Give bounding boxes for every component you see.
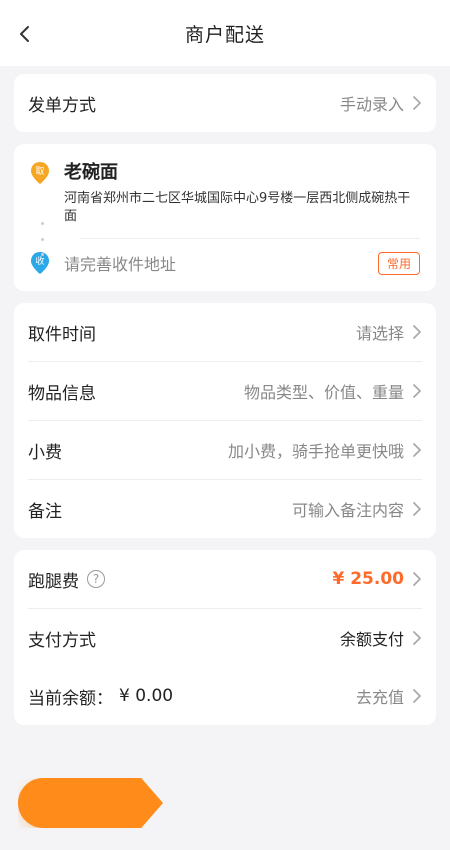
submit-order-button[interactable] (18, 778, 163, 828)
divider (80, 238, 420, 239)
remark-label: 备注 (28, 501, 62, 522)
payment-method-label: 支付方式 (28, 630, 96, 651)
fee-left: 跑腿费 ? (28, 567, 105, 592)
pickup-time-right: 请选择 (356, 320, 422, 344)
item-info-value: 物品类型、价值、重量 (243, 383, 404, 402)
balance-left: 当前余额： ¥ 0.00 (28, 684, 173, 709)
tip-label: 小费 (28, 442, 62, 463)
order-mode-label: 发单方式 (28, 95, 96, 116)
top-bar: 商户配送 (0, 0, 450, 66)
fee-amount: ¥ 25.00 (332, 569, 404, 589)
pickup-time-label: 取件时间 (28, 324, 96, 345)
fee-right: ¥ 25.00 (332, 569, 422, 589)
chevron-right-icon (413, 631, 421, 645)
order-mode-right: 手动录入 (340, 91, 422, 115)
balance-label: 当前余额： (28, 688, 113, 709)
payment-method-row[interactable]: 支付方式 余额支付 (14, 609, 436, 667)
chevron-right-icon (413, 325, 421, 339)
remark-row[interactable]: 备注 可输入备注内容 (14, 480, 436, 538)
help-icon[interactable]: ? (87, 570, 105, 588)
fee-label: 跑腿费 (28, 571, 79, 592)
page-title: 商户配送 (184, 23, 265, 46)
pickup-time-row[interactable]: 取件时间 请选择 (14, 303, 436, 361)
remark-value: 可输入备注内容 (291, 501, 404, 520)
item-info-right: 物品类型、价值、重量 (244, 379, 422, 403)
fee-row[interactable]: 跑腿费 ? ¥ 25.00 (14, 550, 436, 608)
chevron-right-icon (413, 443, 421, 457)
pickup-pin-icon: 取 (31, 162, 49, 184)
pickup-name: 老碗面 (64, 162, 118, 183)
pickup-address[interactable]: 取 老碗面 河南省郑州市二七区华城国际中心9号楼一层西北侧成碗热干面 (30, 158, 420, 226)
chevron-right-icon (413, 502, 421, 516)
chevron-right-icon (413, 384, 421, 398)
receiver-address[interactable]: 收 请完善收件地址 常用 (30, 251, 420, 275)
address-card: 取 老碗面 河南省郑州市二七区华城国际中心9号楼一层西北侧成碗热干面 收 请完善… (14, 144, 436, 291)
recharge-label: 去充值 (355, 688, 404, 707)
receiver-left: 收 请完善收件地址 (30, 251, 176, 275)
chevron-right-icon (413, 572, 421, 586)
tip-right: 加小费，骑手抢单更快哦 (228, 438, 422, 462)
route-dots (40, 222, 44, 256)
order-mode-value: 手动录入 (339, 95, 404, 114)
item-info-label: 物品信息 (28, 383, 96, 404)
payment-method-value: 余额支付 (339, 630, 404, 649)
balance-row[interactable]: 当前余额： ¥ 0.00 去充值 (14, 667, 436, 725)
order-mode-card: 发单方式 手动录入 (14, 74, 436, 132)
chevron-left-icon (20, 26, 29, 42)
chevron-right-icon (413, 96, 421, 110)
frequent-address-button[interactable]: 常用 (377, 251, 420, 275)
item-info-row[interactable]: 物品信息 物品类型、价值、重量 (14, 362, 436, 420)
order-mode-row[interactable]: 发单方式 手动录入 (14, 74, 436, 132)
tip-row[interactable]: 小费 加小费，骑手抢单更快哦 (14, 421, 436, 479)
chevron-right-icon (413, 689, 421, 703)
recharge-button[interactable]: 去充值 (356, 684, 422, 708)
balance-amount: ¥ 0.00 (119, 686, 174, 706)
svg-text:取: 取 (35, 166, 44, 177)
back-button[interactable] (12, 20, 40, 48)
payment-card: 跑腿费 ? ¥ 25.00 支付方式 余额支付 当前余额： ¥ 0.00 去充值 (14, 550, 436, 725)
remark-right: 可输入备注内容 (292, 497, 422, 521)
pickup-time-value: 请选择 (355, 324, 404, 343)
pickup-address-text: 河南省郑州市二七区华城国际中心9号楼一层西北侧成碗热干面 (64, 191, 411, 224)
svg-text:收: 收 (35, 255, 44, 267)
tip-value: 加小费，骑手抢单更快哦 (227, 442, 404, 461)
payment-method-right: 余额支付 (340, 626, 422, 650)
receiver-placeholder: 请完善收件地址 (64, 255, 177, 274)
details-card: 取件时间 请选择 物品信息 物品类型、价值、重量 小费 加小费，骑手抢单更快哦 … (14, 303, 436, 538)
